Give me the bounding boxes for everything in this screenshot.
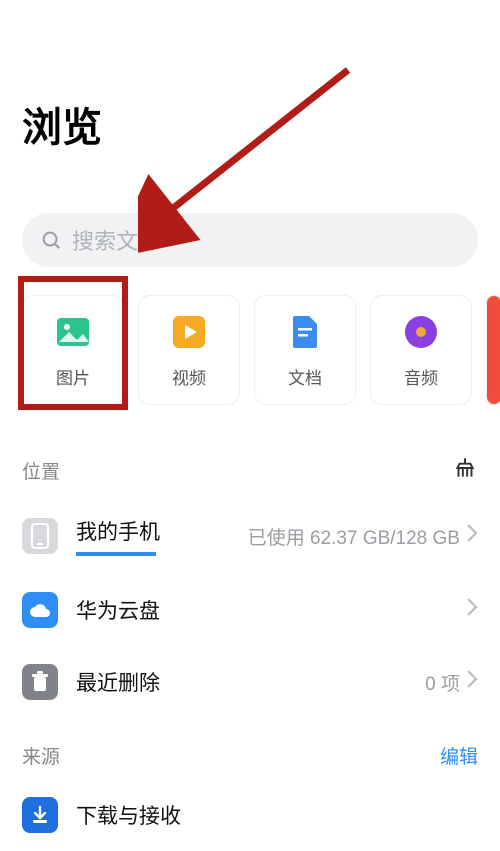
category-videos[interactable]: 视频 <box>138 295 240 405</box>
chevron-right-icon <box>466 597 478 623</box>
search-icon <box>40 229 62 251</box>
list-item-label: 华为云盘 <box>76 595 160 625</box>
chevron-right-icon <box>466 523 478 549</box>
category-more-peek[interactable] <box>486 295 500 405</box>
category-label: 视频 <box>172 364 206 389</box>
section-location-label: 位置 <box>22 457 60 484</box>
edit-button[interactable]: 编辑 <box>440 742 478 769</box>
image-icon <box>53 312 93 352</box>
category-audio[interactable]: 音频 <box>370 295 472 405</box>
trash-icon <box>22 664 58 700</box>
list-item-label: 我的手机 <box>76 516 160 556</box>
cloud-icon <box>22 592 58 628</box>
doc-icon <box>285 312 325 352</box>
category-scroller[interactable]: 图片 视频 文档 音频 <box>0 267 500 429</box>
search-placeholder: 搜索文件 <box>72 224 160 256</box>
storage-status: 已使用 62.37 GB/128 GB <box>248 523 460 550</box>
source-downloads[interactable]: 下载与接收 <box>0 779 500 851</box>
category-docs[interactable]: 文档 <box>254 295 356 405</box>
cleanup-icon[interactable] <box>452 455 478 486</box>
trash-count: 0 项 <box>425 669 460 696</box>
chevron-right-icon <box>466 669 478 695</box>
play-icon <box>169 312 209 352</box>
audio-icon <box>401 312 441 352</box>
location-cloud[interactable]: 华为云盘 <box>0 574 500 646</box>
section-source-label: 来源 <box>22 742 60 769</box>
category-label: 图片 <box>56 364 90 389</box>
page-title: 浏览 <box>0 0 500 153</box>
category-images[interactable]: 图片 <box>22 295 124 405</box>
list-item-label: 最近删除 <box>76 667 160 697</box>
location-my-phone[interactable]: 我的手机 已使用 62.37 GB/128 GB <box>0 498 500 574</box>
phone-icon <box>22 518 58 554</box>
category-label: 文档 <box>288 364 322 389</box>
download-icon <box>22 797 58 833</box>
location-trash[interactable]: 最近删除 0 项 <box>0 646 500 718</box>
search-input[interactable]: 搜索文件 <box>22 213 478 267</box>
list-item-label: 下载与接收 <box>76 800 181 830</box>
category-label: 音频 <box>404 364 438 389</box>
